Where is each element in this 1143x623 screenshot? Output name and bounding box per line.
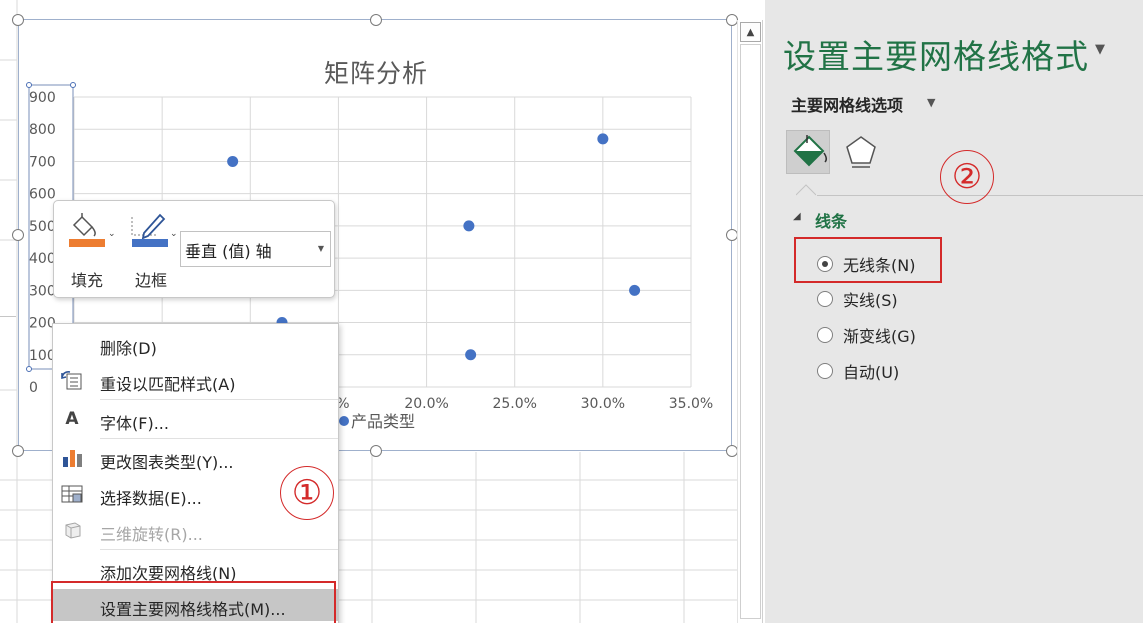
tab-effects[interactable] xyxy=(841,131,881,171)
fill-button[interactable]: ⌄ 填充 xyxy=(62,209,116,290)
y-tick-label: 700 xyxy=(29,154,56,170)
y-tick-label: 300 xyxy=(29,283,56,299)
menu-item-reset-style[interactable]: 重设以匹配样式(A) xyxy=(53,364,338,396)
menu-item-label: 选择数据(E)... xyxy=(100,489,202,508)
menu-item-label: 三维旋转(R)... xyxy=(100,525,203,544)
chart-element-select[interactable]: 垂直 (值) 轴 ▼ xyxy=(180,231,331,267)
scroll-up-button[interactable]: ▲ xyxy=(740,22,761,42)
data-point[interactable] xyxy=(465,349,477,361)
y-tick-label: 500 xyxy=(29,219,56,235)
pen-outline-icon xyxy=(131,213,168,247)
radio-automatic[interactable]: 自动(U) xyxy=(817,358,899,384)
data-point[interactable] xyxy=(227,155,239,167)
radio-button[interactable] xyxy=(817,327,833,343)
worksheet-divider xyxy=(0,316,16,317)
data-point[interactable] xyxy=(463,220,475,232)
chart-resize-handle-bottom[interactable] xyxy=(370,445,382,457)
menu-separator xyxy=(100,438,338,439)
x-tick-label: 25.0% xyxy=(492,396,536,412)
menu-item-label: 重设以匹配样式(A) xyxy=(100,375,236,394)
tab-fill-line[interactable] xyxy=(786,130,830,174)
x-tick-label: 30.0% xyxy=(581,396,625,412)
radio-gradient-line[interactable]: 渐变线(G) xyxy=(817,322,916,348)
reset-style-icon xyxy=(60,369,84,391)
section-collapse-icon[interactable]: ◢ xyxy=(793,211,801,222)
border-button[interactable]: ⌄ 边框 xyxy=(126,209,178,290)
radio-label: 渐变线(G) xyxy=(843,327,916,346)
x-tick-label: 35.0% xyxy=(669,396,713,412)
data-point[interactable] xyxy=(597,133,609,145)
dropdown-arrow-icon: ▼ xyxy=(317,244,324,253)
arrow-up-icon: ▲ xyxy=(746,26,755,38)
horizontal-axis-labels: 0%20.0%25.0%30.0%35.0% xyxy=(327,396,713,412)
y-tick-label: 600 xyxy=(29,187,56,203)
pane-subtitle[interactable]: 主要网格线选项 xyxy=(791,92,903,116)
chart-resize-handle-top[interactable] xyxy=(370,14,382,26)
chart-resize-handle-left[interactable] xyxy=(12,229,24,241)
chart-type-icon xyxy=(60,447,84,469)
subtitle-dropdown-icon[interactable]: ▼ xyxy=(927,96,935,109)
chart-element-select-value: 垂直 (值) 轴 xyxy=(185,242,272,261)
annotation-box-no-line xyxy=(794,237,942,283)
fill-label: 填充 xyxy=(70,271,103,290)
annotation-step-1: ① xyxy=(280,466,334,520)
chart-resize-handle-top-left[interactable] xyxy=(12,14,24,26)
section-lines-header[interactable]: 线条 xyxy=(815,208,847,232)
radio-label: 实线(S) xyxy=(843,291,898,310)
vertical-axis-selection-handle[interactable] xyxy=(26,366,32,372)
menu-item-font[interactable]: A 字体(F)... xyxy=(53,403,338,435)
pane-title: 设置主要网格线格式 xyxy=(783,37,1089,76)
3d-rotation-icon xyxy=(60,519,84,541)
select-data-icon xyxy=(60,483,84,505)
radio-solid-line[interactable]: 实线(S) xyxy=(817,286,898,312)
annotation-box-format-gridlines xyxy=(51,581,336,623)
annotation-step-2: ② xyxy=(940,150,994,204)
menu-separator xyxy=(100,399,338,400)
y-tick-label: 0 xyxy=(29,380,38,396)
menu-item-3d-rotation: 三维旋转(R)... xyxy=(53,514,338,546)
fill-line-icon xyxy=(793,135,828,167)
scroll-thumb[interactable] xyxy=(740,44,761,619)
pane-options-dropdown-icon[interactable]: ▼ xyxy=(1095,42,1105,57)
pentagon-icon xyxy=(846,136,876,168)
y-tick-label: 900 xyxy=(29,90,56,106)
chart-title[interactable]: 矩阵分析 xyxy=(19,54,733,90)
mini-toolbar: ⌄ 填充 ⌄ 边框 垂直 (值) 轴 ▼ xyxy=(53,200,335,298)
menu-item-delete[interactable]: 删除(D) xyxy=(53,328,338,360)
vertical-scrollbar[interactable]: ▲ xyxy=(737,20,763,623)
border-label: 边框 xyxy=(134,271,167,290)
menu-item-label: 字体(F)... xyxy=(100,414,169,433)
format-pane: 设置主要网格线格式 ▼ 主要网格线选项 ▼ ◢ 线条 无线条(N) 实线(S) … xyxy=(765,0,1143,623)
legend-marker xyxy=(339,416,349,426)
tab-indicator xyxy=(796,184,816,196)
radio-button[interactable] xyxy=(817,363,833,379)
radio-button[interactable] xyxy=(817,291,833,307)
x-tick-label: 20.0% xyxy=(404,396,448,412)
fill-dropdown-chevron-icon[interactable]: ⌄ xyxy=(108,229,116,239)
y-tick-label: 400 xyxy=(29,251,56,267)
font-icon: A xyxy=(65,409,79,429)
menu-separator xyxy=(100,549,338,550)
menu-item-label: 更改图表类型(Y)... xyxy=(100,453,234,472)
chart-resize-handle-bottom-left[interactable] xyxy=(12,445,24,457)
section-lines-label: 线条 xyxy=(815,212,848,231)
data-point[interactable] xyxy=(629,284,641,296)
y-tick-label: 800 xyxy=(29,122,56,138)
radio-label: 自动(U) xyxy=(843,363,900,382)
legend-label[interactable]: 产品类型 xyxy=(351,412,415,431)
border-dropdown-chevron-icon[interactable]: ⌄ xyxy=(170,229,178,239)
paint-bucket-icon xyxy=(69,213,105,247)
menu-item-label: 删除(D) xyxy=(100,339,157,358)
